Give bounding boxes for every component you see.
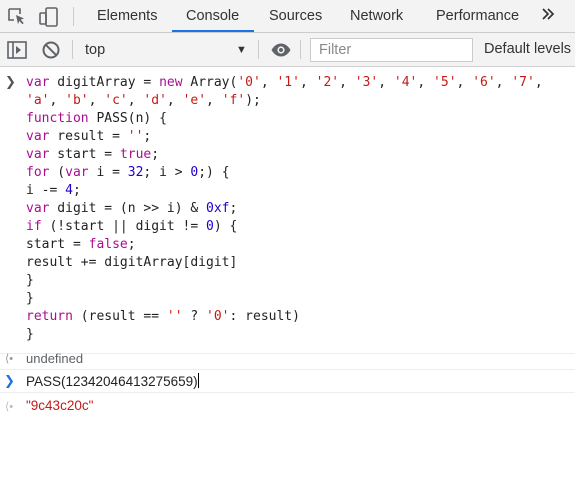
- console-input-entry: ❯ var digitArray = new Array('0', '1', '…: [0, 74, 575, 354]
- result-arrow-icon: ⟨•: [5, 353, 14, 365]
- console-toolbar: top ▼ Default levels: [0, 33, 575, 67]
- console-result-entry: ⟨• undefined: [0, 351, 575, 369]
- code-line: result += digitArray[digit]: [26, 255, 238, 270]
- code-line: }: [26, 327, 34, 342]
- console-messages: ❯ var digitArray = new Array('0', '1', '…: [0, 67, 575, 488]
- inspect-element-icon[interactable]: [6, 6, 28, 28]
- text-caret: [197, 373, 199, 388]
- toolbar-divider: [300, 40, 301, 59]
- output-value: "9c43c20c": [26, 398, 94, 413]
- code-line: var start = true;: [26, 147, 160, 162]
- code-block: var digitArray = new Array('0', '1', '2'…: [26, 74, 543, 344]
- more-tabs-icon[interactable]: [541, 6, 555, 27]
- tab-network[interactable]: Network: [350, 0, 403, 32]
- device-toolbar-icon[interactable]: [38, 6, 60, 28]
- command-input[interactable]: PASS(12342046413275659): [26, 373, 199, 389]
- code-line: 'a', 'b', 'c', 'd', 'e', 'f');: [26, 93, 261, 108]
- result-arrow-icon: ⟨•: [5, 401, 14, 413]
- tab-sources[interactable]: Sources: [269, 0, 322, 32]
- code-line: }: [26, 291, 34, 306]
- code-line: start = false;: [26, 237, 136, 252]
- tab-elements[interactable]: Elements: [97, 0, 157, 32]
- toolbar-divider: [258, 40, 259, 59]
- filter-input[interactable]: [310, 38, 473, 62]
- log-levels-dropdown[interactable]: Default levels: [484, 41, 571, 57]
- code-line: i -= 4;: [26, 183, 81, 198]
- result-value: undefined: [26, 351, 84, 366]
- code-line: for (var i = 32; i > 0;) {: [26, 165, 230, 180]
- sidebar-toggle-icon[interactable]: [6, 39, 28, 61]
- dropdown-arrow-icon: ▼: [236, 44, 247, 56]
- tab-performance[interactable]: Performance: [436, 0, 519, 32]
- code-line: }: [26, 273, 34, 288]
- code-line: return (result == '' ? '0': result): [26, 309, 300, 324]
- console-prompt-line[interactable]: ❯ PASS(12342046413275659): [0, 369, 575, 393]
- clear-console-icon[interactable]: [40, 39, 62, 61]
- toolbar-divider: [73, 7, 74, 26]
- toolbar-divider: [72, 40, 73, 59]
- code-line: var result = '';: [26, 129, 152, 144]
- input-prompt-icon: ❯: [5, 74, 16, 89]
- live-expression-eye-icon[interactable]: [270, 39, 292, 61]
- code-line: var digit = (n >> i) & 0xf;: [26, 201, 238, 216]
- context-selector[interactable]: top ▼: [76, 38, 252, 62]
- code-line: var digitArray = new Array('0', '1', '2'…: [26, 75, 543, 90]
- console-output-entry: ⟨• "9c43c20c": [0, 398, 575, 418]
- active-tab-indicator: [172, 30, 254, 32]
- prompt-chevron-icon: ❯: [4, 373, 15, 388]
- code-line: function PASS(n) {: [26, 111, 167, 126]
- context-value: top: [85, 42, 106, 58]
- code-line: if (!start || digit != 0) {: [26, 219, 238, 234]
- command-text: PASS(12342046413275659): [26, 374, 198, 389]
- devtools-tab-bar: Elements Console Sources Network Perform…: [0, 0, 575, 33]
- tab-console[interactable]: Console: [186, 0, 239, 32]
